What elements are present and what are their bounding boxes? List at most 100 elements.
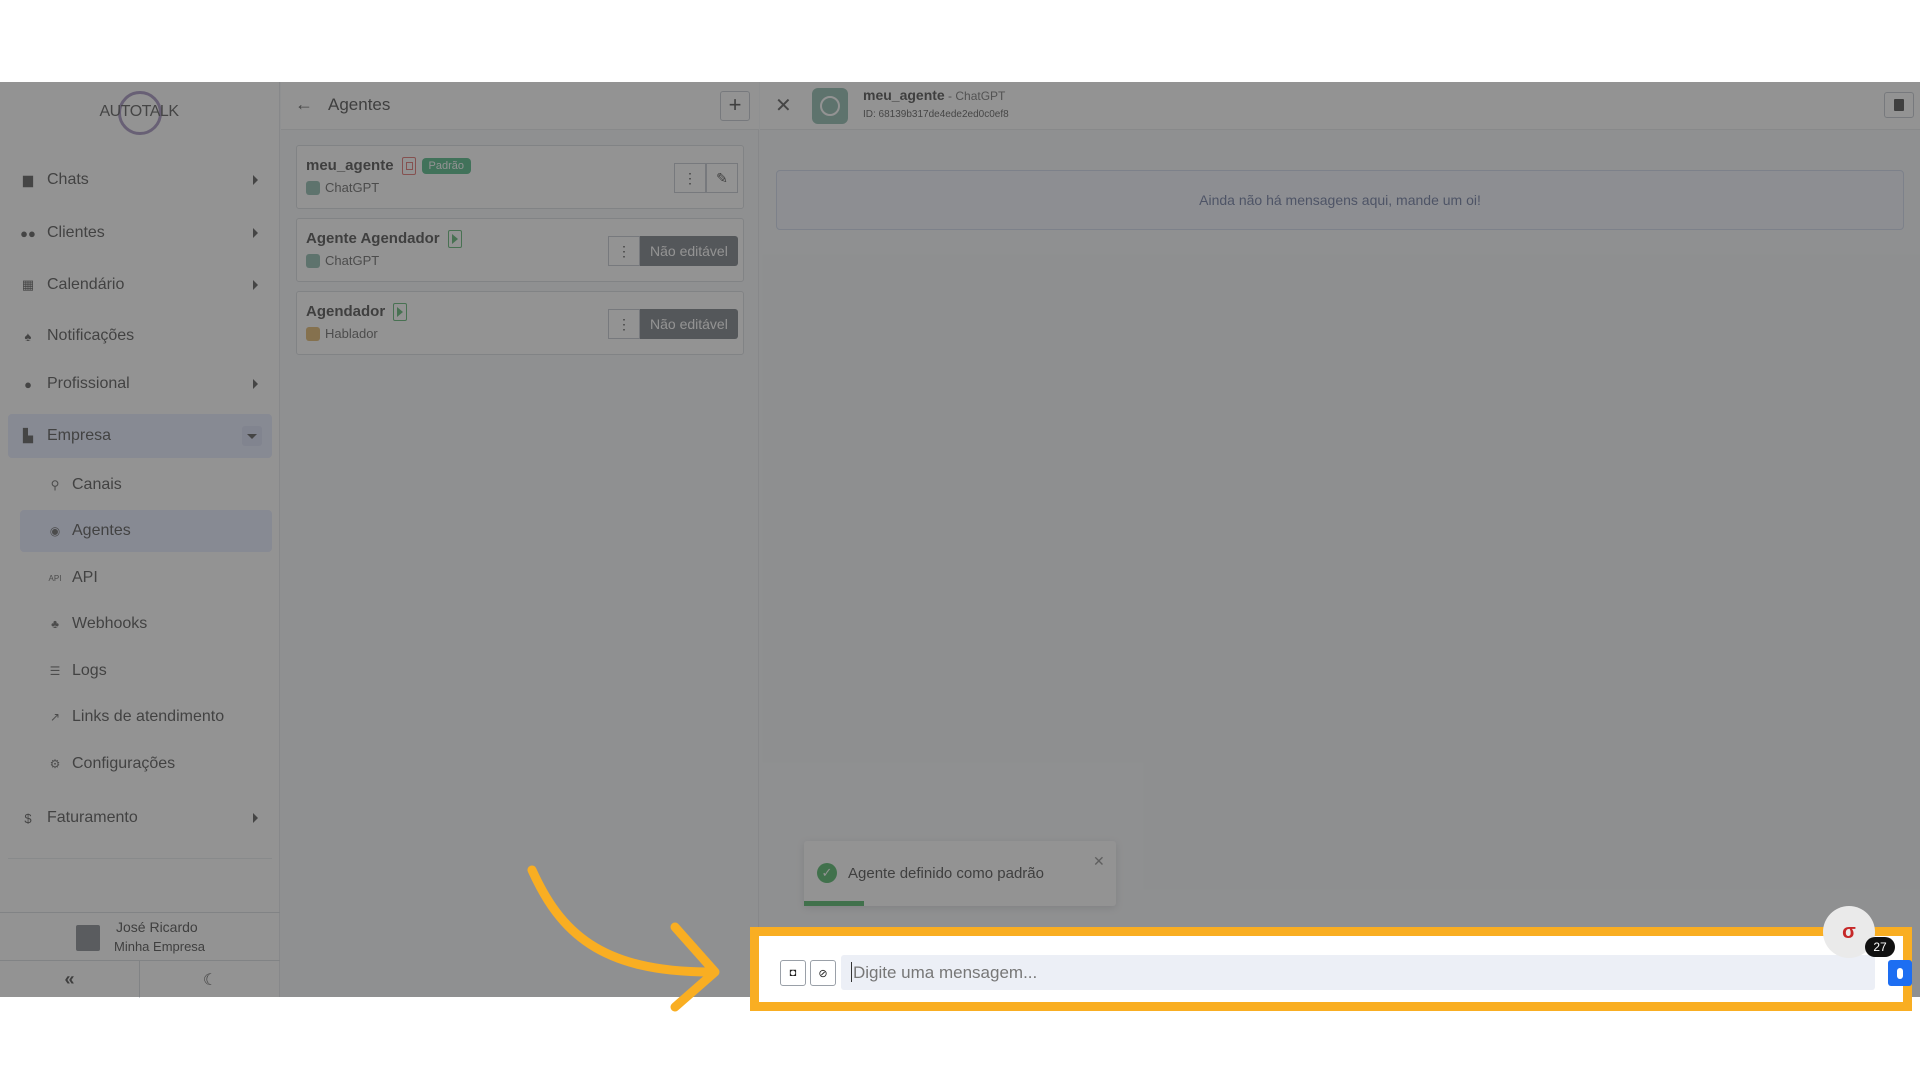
rocket-icon: ⚲ [50,478,60,492]
sidebar-item-label: Notificações [47,327,135,344]
agent-model-label: ChatGPT [325,253,380,268]
agent-name: Agendador [306,303,386,320]
sidebar-subitem-api[interactable]: API API [20,557,272,599]
sidebar-item-chats[interactable]: ▆ Chats [8,158,272,202]
kebab-menu-icon: ⋮ [617,242,631,259]
message-input-highlight: ◘ ⊘ [750,927,1912,1011]
dollar-icon: $ [24,810,32,826]
chat-title: meu_agente - ChatGPT [863,87,1005,103]
chat-agent-name: meu_agente [863,87,945,103]
chatgpt-icon [306,253,320,268]
sidebar-subitem-label: Links de atendimento [72,708,225,725]
agent-card[interactable]: Agendador Hablador ⋮ Não editável [296,291,744,355]
agent-menu-button[interactable]: ⋮ [674,163,706,193]
plus-icon: + [728,92,742,117]
agent-card[interactable]: Agente Agendador ChatGPT ⋮ Não editável [296,218,744,282]
sidebar-item-clientes[interactable]: ●● Clientes [8,211,272,255]
text-cursor [851,962,852,982]
collapse-sidebar-button[interactable]: « [0,961,140,998]
agent-card[interactable]: meu_agente Padrão ChatGPT ⋮ ✎ [296,145,744,209]
user-company: Minha Empresa [114,939,206,954]
agent-menu-button[interactable]: ⋮ [608,309,640,339]
close-icon[interactable]: ✕ [775,93,792,118]
chat-agent-model: ChatGPT [955,89,1006,103]
attach-button[interactable]: ⊘ [810,960,836,986]
sidebar-item-notificacoes[interactable]: ♠ Notificações [8,314,272,358]
sidebar-item-faturamento[interactable]: $ Faturamento [8,796,272,840]
agent-model: Hablador [306,326,378,341]
sidebar: AUTOTALK ▆ Chats ●● Clientes ▦ Calendári… [0,82,280,998]
list-icon: ☰ [49,664,61,678]
sidebar-item-label: Faturamento [47,809,138,826]
chevron-down-icon[interactable] [242,426,262,446]
sidebar-subitem-label: Webhooks [72,615,148,632]
agent-name-row: Agendador [306,303,408,322]
play-icon [393,303,408,322]
sidebar-subitem-links[interactable]: ↗ Links de atendimento [20,696,272,738]
add-agent-button[interactable]: + [720,91,750,121]
logo-text: AUTOTALK [99,103,179,120]
robot-icon: ◉ [49,524,61,538]
users-icon: ●● [20,225,36,241]
sidebar-item-label: Chats [47,171,89,188]
avatar [76,925,100,951]
sidebar-item-empresa[interactable]: ▙ Empresa [8,414,272,458]
chat-header: ✕ meu_agente - ChatGPT ID: 68139b317de4e… [760,82,1920,130]
user-info[interactable]: José Ricardo Minha Empresa [0,913,280,961]
sidebar-item-label: Calendário [47,276,125,293]
sidebar-item-label: Profissional [47,375,130,392]
kebab-menu-icon: ⋮ [683,169,697,186]
chat-agent-separator: - [944,89,956,103]
autotalk-logo[interactable]: AUTOTALK [98,88,180,138]
microphone-button[interactable] [1888,960,1912,986]
sidebar-subitem-webhooks[interactable]: ♣ Webhooks [20,603,272,645]
sidebar-subitem-label: Canais [72,476,122,493]
not-editable-button[interactable]: Não editável [640,309,738,339]
check-circle-icon: ✓ [817,863,837,883]
empty-chat-message: Ainda não há mensagens aqui, mande um oi… [776,170,1904,230]
sidebar-item-profissional[interactable]: ● Profissional [8,362,272,406]
sidebar-item-calendario[interactable]: ▦ Calendário [8,263,272,307]
sidebar-subitem-label: Configurações [72,755,176,772]
sidebar-subitem-label: Agentes [72,522,131,539]
caret-right-icon [253,813,258,823]
not-editable-button[interactable]: Não editável [640,236,738,266]
sidebar-subitem-agentes[interactable]: ◉ Agentes [20,510,272,552]
external-link-icon: ↗ [49,710,61,724]
sidebar-subitem-configuracoes[interactable]: ⚙ Configurações [20,743,272,785]
api-icon: API [48,573,62,583]
toast-progress-bar [804,901,864,906]
paperclip-icon: ⊘ [818,967,828,980]
agent-model: ChatGPT [306,180,379,195]
stop-icon [401,157,416,176]
app-window: AUTOTALK ▆ Chats ●● Clientes ▦ Calendári… [0,82,1920,998]
message-composer: ◘ ⊘ [767,942,1912,1000]
theme-toggle-button[interactable]: ☾ [140,961,280,998]
caret-right-icon [253,379,258,389]
edit-agent-button[interactable]: ✎ [706,163,738,193]
camera-button[interactable]: ◘ [780,960,806,986]
user-name: José Ricardo [116,919,198,935]
sidebar-subitem-logs[interactable]: ☰ Logs [20,650,272,692]
delete-button[interactable] [1884,92,1914,118]
calendar-icon: ▦ [21,277,35,292]
agent-menu-button[interactable]: ⋮ [608,236,640,266]
pointer-arrow [527,865,720,1012]
toast-close-icon[interactable]: ✕ [1093,853,1105,870]
double-chevron-left-icon: « [64,969,75,989]
agent-name-row: meu_agente Padrão [306,157,472,176]
trash-icon [1894,99,1904,111]
user-panel: José Ricardo Minha Empresa « ☾ [0,912,280,998]
sidebar-subitem-canais[interactable]: ⚲ Canais [20,464,272,506]
sidebar-divider [8,858,272,859]
chat-panel: ✕ meu_agente - ChatGPT ID: 68139b317de4e… [760,82,1920,997]
agent-model: ChatGPT [306,253,379,268]
page-title: Agentes [328,95,391,114]
message-input[interactable] [841,955,1875,990]
sidebar-item-label: Empresa [47,427,112,444]
caret-right-icon [253,228,258,238]
openai-icon [820,96,840,116]
notification-count-badge: 27 [1865,937,1895,957]
support-widget-button[interactable]: σ 27 [1823,906,1895,958]
back-arrow-icon[interactable]: ← [295,94,313,115]
